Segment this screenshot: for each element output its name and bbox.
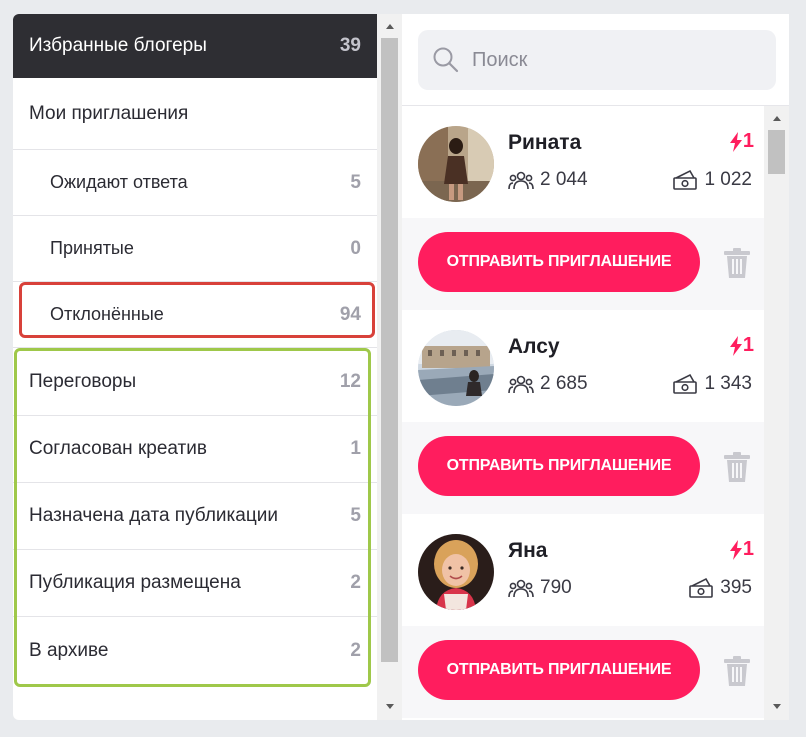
count-badge: 2 — [350, 639, 361, 661]
followers-stat: 2 685 — [508, 373, 588, 395]
blogger-card: Яна 1 790 395 ОТПРАВИТЬ ПРИГЛАШЕНИЕ — [402, 514, 766, 718]
sidebar-item-label: Мои приглашения — [29, 102, 189, 124]
sidebar-item-creative-approved[interactable]: Согласован креатив 1 — [13, 416, 377, 483]
price-value: 395 — [720, 577, 752, 598]
sidebar-item-label: Принятые — [50, 238, 134, 258]
sidebar-item-label: Переговоры — [29, 370, 137, 392]
followers-count: 790 — [540, 577, 572, 598]
sidebar-item-declined[interactable]: Отклонённые 94 — [13, 282, 377, 348]
sidebar-item-date-assigned[interactable]: Назначена дата публикации 5 — [13, 483, 377, 550]
money-icon — [673, 169, 698, 190]
sidebar-item-archive[interactable]: В архиве 2 — [13, 617, 377, 684]
money-icon — [689, 577, 714, 598]
blogger-card-actions: ОТПРАВИТЬ ПРИГЛАШЕНИЕ — [402, 422, 764, 514]
money-icon — [673, 373, 698, 394]
scroll-down-icon[interactable] — [386, 704, 394, 709]
lightning-icon — [729, 539, 742, 560]
sidebar-item-label: Избранные блогеры — [29, 35, 207, 56]
scrollbar-thumb[interactable] — [768, 130, 785, 174]
sidebar-item-label: Публикация размещена — [29, 572, 241, 593]
count-badge: 1 — [350, 438, 361, 459]
blogger-card: Алсу 1 2 685 1 343 ОТПРАВИТЬ ПРИГЛАШЕНИЕ — [402, 310, 766, 514]
lightning-icon — [729, 131, 742, 152]
price-stat: 1 022 — [672, 169, 752, 191]
avatar[interactable] — [418, 330, 494, 406]
price-value: 1 343 — [704, 373, 752, 394]
audience-icon — [508, 171, 534, 190]
price-value: 1 022 — [704, 169, 752, 190]
activity-count: 1 — [742, 334, 754, 356]
followers-stat: 790 — [508, 577, 572, 599]
scrollbar-thumb[interactable] — [381, 38, 398, 662]
scroll-up-icon[interactable] — [386, 24, 394, 29]
avatar[interactable] — [418, 126, 494, 202]
followers-count: 2 044 — [540, 169, 588, 190]
audience-icon — [508, 579, 534, 598]
count-badge: 94 — [339, 303, 361, 325]
blogger-name[interactable]: Алсу — [508, 335, 560, 359]
activity-badge: 1 — [729, 538, 754, 561]
blogger-card-info[interactable]: Рината 1 2 044 1 022 — [402, 106, 764, 218]
activity-badge: 1 — [729, 130, 754, 153]
sidebar-item-favorites[interactable]: Избранные блогеры 39 — [13, 14, 377, 78]
lightning-icon — [729, 335, 742, 356]
search-icon — [432, 46, 460, 74]
sidebar-item-label: В архиве — [29, 639, 109, 661]
count-badge: 5 — [350, 171, 361, 193]
blogger-card-actions: ОТПРАВИТЬ ПРИГЛАШЕНИЕ — [402, 626, 764, 718]
search-box[interactable] — [418, 30, 776, 90]
list-scrollbar[interactable] — [764, 106, 789, 720]
blogger-name[interactable]: Яна — [508, 539, 547, 563]
blogger-card-info[interactable]: Алсу 1 2 685 1 343 — [402, 310, 764, 422]
search-input[interactable] — [472, 48, 762, 72]
sidebar-item-negotiations[interactable]: Переговоры 12 — [13, 348, 377, 416]
sidebar: Избранные блогеры 39 Мои приглашения Ожи… — [13, 14, 377, 720]
avatar[interactable] — [418, 534, 494, 610]
price-stat: 395 — [688, 577, 752, 599]
count-badge: 0 — [350, 237, 361, 259]
sidebar-item-accepted[interactable]: Принятые 0 — [13, 216, 377, 282]
scroll-down-icon[interactable] — [773, 704, 781, 709]
trash-icon[interactable] — [724, 656, 750, 686]
sidebar-item-awaiting[interactable]: Ожидают ответа 5 — [13, 150, 377, 216]
followers-count: 2 685 — [540, 373, 588, 394]
blogger-cards: Рината 1 2 044 1 022 ОТПРАВИТЬ ПРИГЛАШЕН… — [402, 106, 766, 720]
count-badge: 12 — [339, 370, 361, 392]
count-badge: 5 — [350, 505, 361, 526]
blogger-list-panel: Рината 1 2 044 1 022 ОТПРАВИТЬ ПРИГЛАШЕН… — [402, 14, 789, 720]
audience-icon — [508, 375, 534, 394]
send-invitation-button[interactable]: ОТПРАВИТЬ ПРИГЛАШЕНИЕ — [418, 436, 700, 496]
count-badge: 2 — [350, 572, 361, 593]
sidebar-item-published[interactable]: Публикация размещена 2 — [13, 550, 377, 617]
blogger-card-info[interactable]: Яна 1 790 395 — [402, 514, 764, 626]
followers-stat: 2 044 — [508, 169, 588, 191]
send-invitation-button[interactable]: ОТПРАВИТЬ ПРИГЛАШЕНИЕ — [418, 232, 700, 292]
sidebar-item-label: Отклонённые — [50, 304, 164, 324]
activity-count: 1 — [742, 538, 754, 560]
sidebar-item-label: Ожидают ответа — [50, 172, 188, 192]
activity-badge: 1 — [729, 334, 754, 357]
sidebar-scrollbar[interactable] — [377, 14, 402, 720]
blogger-card-actions: ОТПРАВИТЬ ПРИГЛАШЕНИЕ — [402, 218, 764, 310]
send-invitation-button[interactable]: ОТПРАВИТЬ ПРИГЛАШЕНИЕ — [418, 640, 700, 700]
sidebar-item-label: Согласован креатив — [29, 438, 207, 459]
trash-icon[interactable] — [724, 248, 750, 278]
count-badge: 39 — [339, 35, 361, 56]
sidebar-item-my-invitations[interactable]: Мои приглашения — [13, 78, 377, 150]
price-stat: 1 343 — [672, 373, 752, 395]
blogger-card: Рината 1 2 044 1 022 ОТПРАВИТЬ ПРИГЛАШЕН… — [402, 106, 766, 310]
trash-icon[interactable] — [724, 452, 750, 482]
scroll-up-icon[interactable] — [773, 116, 781, 121]
sidebar-item-label: Назначена дата публикации — [29, 505, 278, 526]
activity-count: 1 — [742, 130, 754, 152]
blogger-name[interactable]: Рината — [508, 131, 581, 155]
